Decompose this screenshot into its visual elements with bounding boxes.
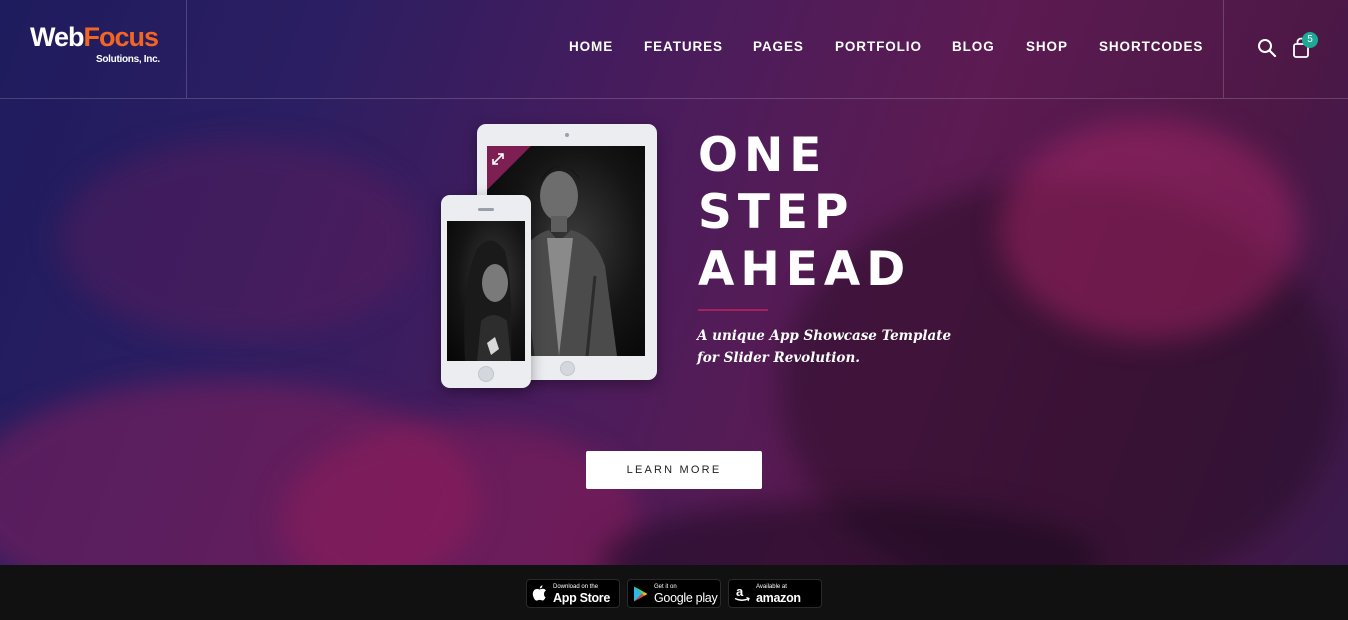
search-icon[interactable]	[1257, 38, 1277, 58]
svg-text:a: a	[736, 585, 744, 599]
crowd-background	[1000, 120, 1300, 340]
phone-home-button	[478, 366, 494, 382]
hero-section: WebFocus Solutions, Inc. HOME FEATURES P…	[0, 0, 1348, 565]
apple-icon	[532, 585, 546, 601]
nav-pages[interactable]: PAGES	[753, 39, 804, 55]
hero-headline: ONE STEP AHEAD	[698, 127, 911, 298]
google-play-badge[interactable]: Get it on Google play	[627, 579, 721, 608]
app-store-small-text: Download on the	[553, 584, 599, 590]
cart-count-badge: 5	[1302, 32, 1318, 48]
nav-shop[interactable]: SHOP	[1026, 39, 1068, 55]
amazon-badge[interactable]: a Available at amazon	[728, 579, 822, 608]
crowd-background	[60, 140, 420, 340]
amazon-label: amazon	[756, 591, 801, 605]
woman-portrait-image	[464, 240, 512, 361]
logo[interactable]: WebFocus Solutions, Inc.	[0, 0, 187, 98]
logo-text-web: Web	[30, 22, 85, 52]
google-play-label: Google play	[654, 591, 718, 605]
nav-blog[interactable]: BLOG	[952, 39, 995, 55]
phone-speaker	[478, 208, 494, 211]
headline-accent-line	[698, 309, 768, 311]
header-divider	[1223, 0, 1224, 98]
app-store-badge[interactable]: Download on the App Store	[526, 579, 620, 608]
amazon-small-text: Available at	[756, 584, 787, 590]
tablet-home-button	[560, 361, 575, 376]
logo-text-focus: Focus	[83, 22, 160, 52]
headline-line-3: AHEAD	[698, 242, 912, 297]
amazon-icon: a	[734, 585, 750, 602]
headline-line-2: STEP	[698, 185, 855, 240]
learn-more-button[interactable]: LEARN MORE	[586, 451, 762, 489]
nav-home[interactable]: HOME	[569, 39, 613, 55]
phone-mockup	[441, 195, 531, 388]
headline-line-1: ONE	[698, 128, 828, 183]
store-badges-bar: Download on the App Store Get it on Goog…	[0, 565, 1348, 620]
site-header: WebFocus Solutions, Inc. HOME FEATURES P…	[0, 0, 1348, 99]
logo-subtitle: Solutions, Inc.	[96, 54, 160, 65]
hero-tagline: A unique App Showcase Template for Slide…	[697, 328, 952, 366]
tablet-camera	[565, 133, 569, 137]
nav-features[interactable]: FEATURES	[644, 39, 723, 55]
phone-screen-photo	[447, 221, 525, 361]
app-store-label: App Store	[553, 591, 611, 605]
nav-portfolio[interactable]: PORTFOLIO	[835, 39, 922, 55]
google-play-small-text: Get it on	[654, 584, 677, 590]
expand-icon[interactable]	[491, 152, 505, 166]
google-play-icon	[634, 586, 648, 602]
nav-shortcodes[interactable]: SHORTCODES	[1099, 39, 1203, 55]
